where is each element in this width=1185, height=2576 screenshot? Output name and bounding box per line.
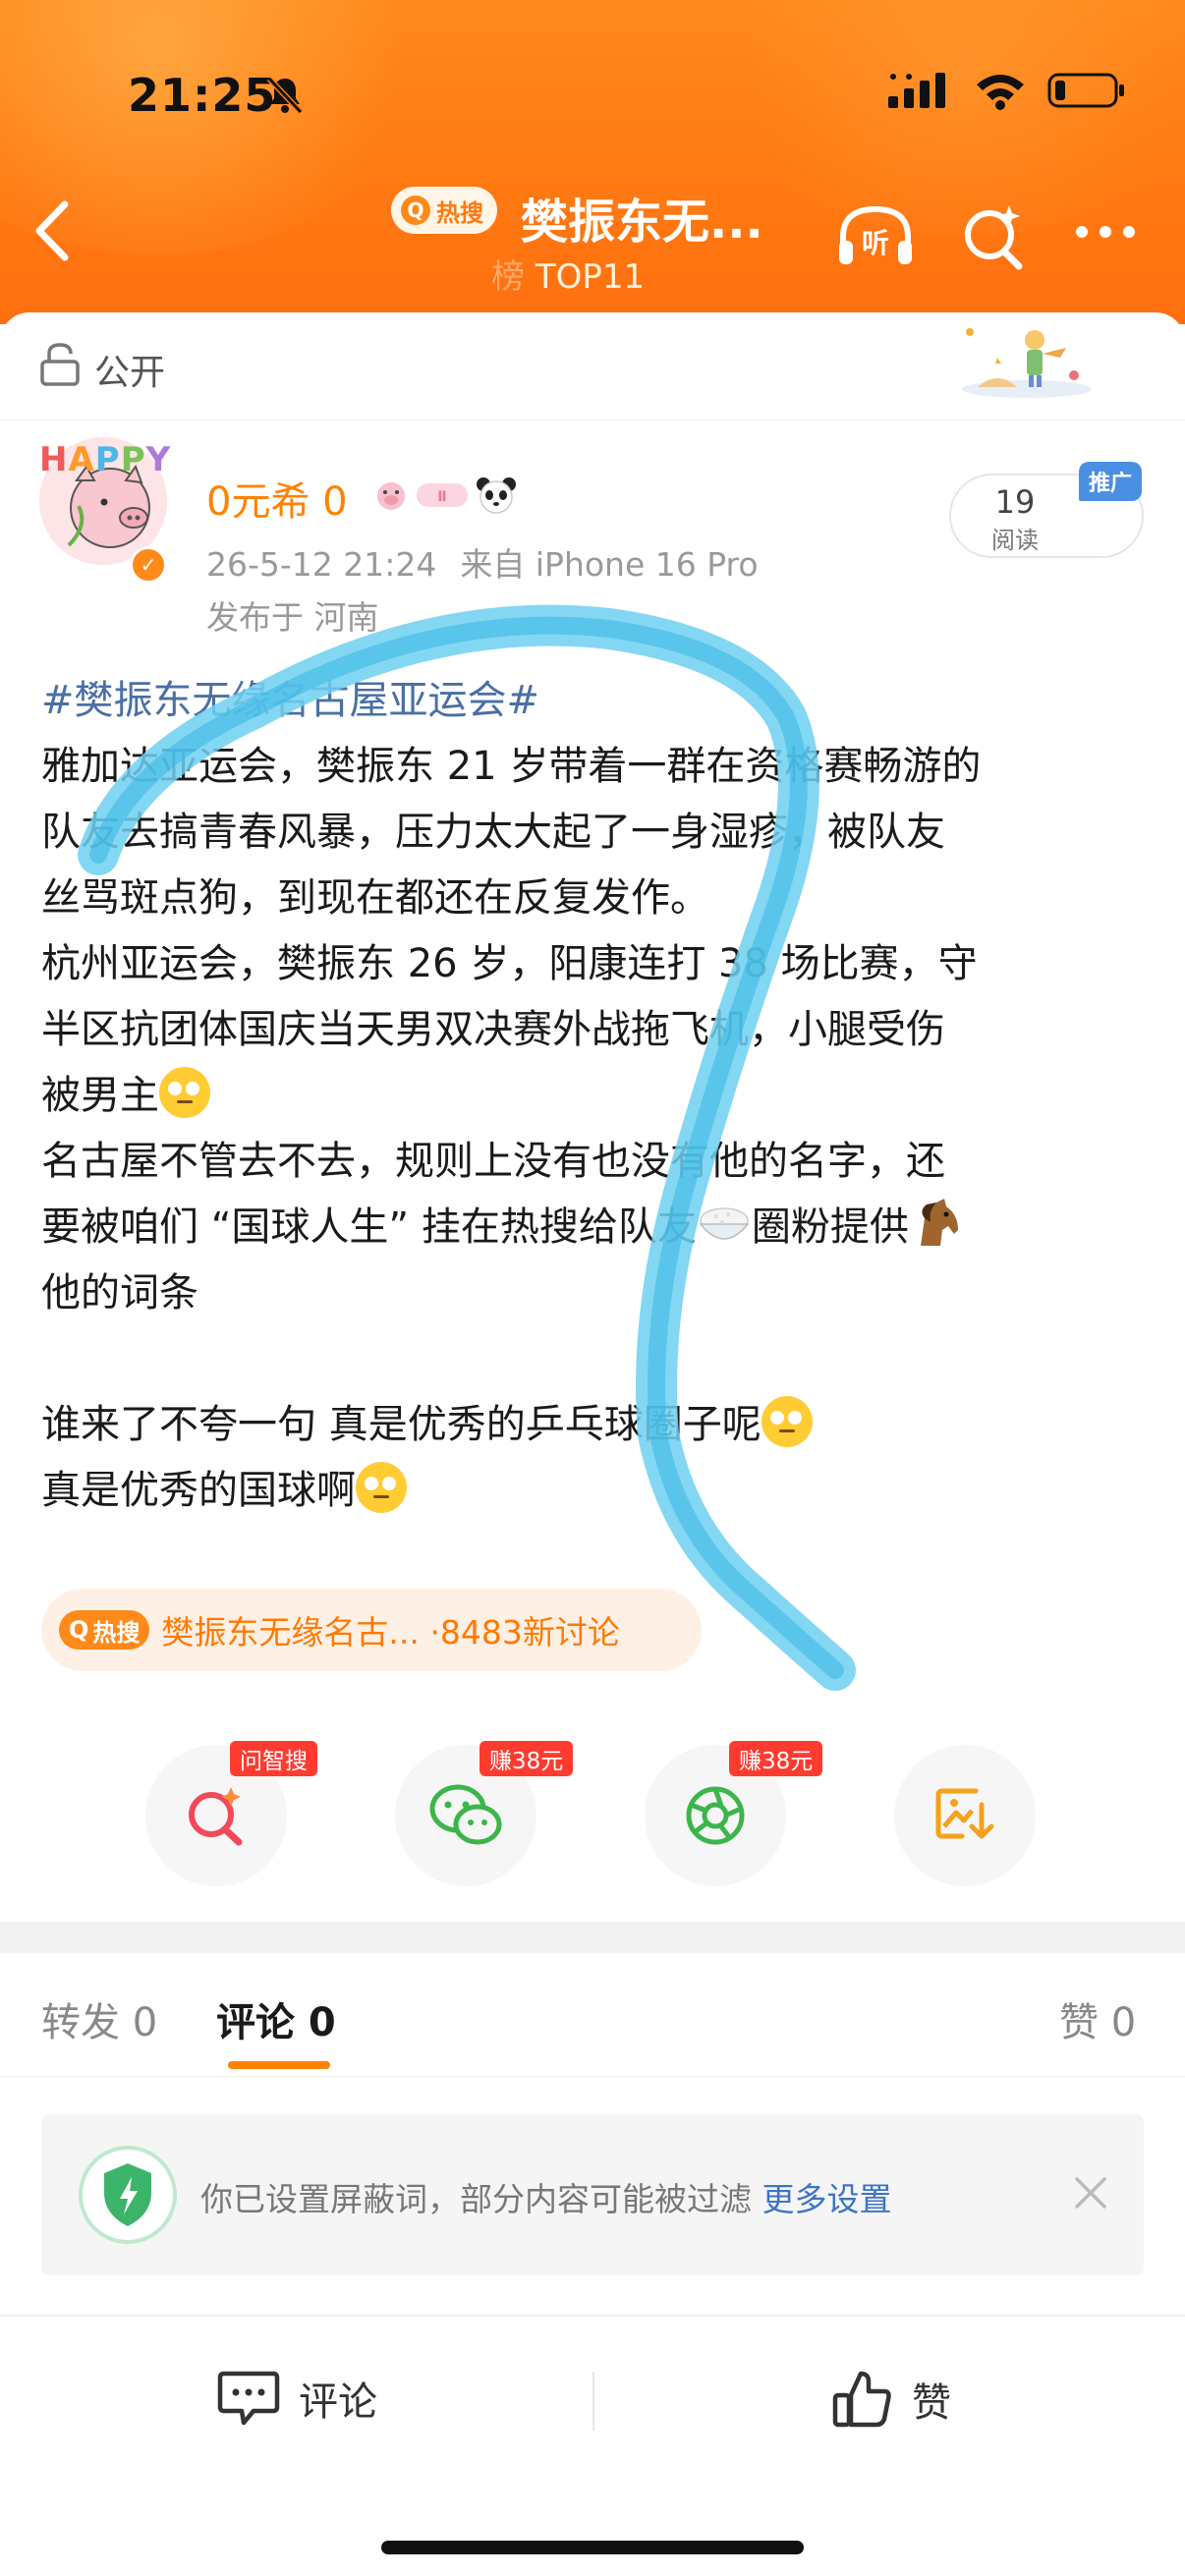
status-icons: [888, 71, 1126, 110]
filter-notice-text: 你已设置屏蔽词，部分内容可能被过滤 更多设置: [200, 2173, 892, 2220]
moments-icon: [686, 1786, 745, 1845]
post-topic[interactable]: #樊振东无缘名古屋亚运会#: [41, 668, 1152, 734]
close-icon[interactable]: [1071, 2173, 1110, 2212]
battery-icon: [1047, 73, 1124, 108]
rice-bowl-emoji-icon: [699, 1207, 750, 1240]
post-line-text: 真是优秀的国球啊: [41, 1468, 356, 1513]
search-icon: Q: [69, 1616, 89, 1644]
interaction-tabs: 转发 0 评论 0 赞 0: [0, 1953, 1185, 2077]
post-line-with-emoji: 被男主: [41, 1063, 1152, 1129]
user-badges: Ⅱ: [373, 476, 517, 515]
ai-search-icon[interactable]: [958, 201, 1029, 276]
share-badge: 问智搜: [230, 1741, 317, 1776]
rank-label: 榜 TOP11: [491, 250, 645, 298]
comment-label: 评论: [299, 2380, 377, 2425]
post-location: 发布于 河南: [206, 598, 379, 637]
svg-text:Ⅱ: Ⅱ: [437, 489, 446, 505]
bottom-divider: [592, 2372, 594, 2431]
post-line-with-emoji: 谁来了不夸一句 真是优秀的乒乓球圈子呢: [41, 1392, 1152, 1458]
rank-blurred: 榜: [491, 257, 525, 297]
post-meta: 26-5-12 21:24 来自 iPhone 16 Pro: [206, 538, 759, 586]
page-title: 樊振东无...: [521, 195, 763, 250]
tab-like[interactable]: 赞 0: [1059, 1990, 1136, 2047]
hot-search-strip-text: 樊振东无缘名古... ·8483新讨论: [161, 1606, 619, 1653]
post-line: 丝骂斑点狗，到现在都还在反复发作。: [41, 875, 709, 921]
signal-icon: [888, 73, 945, 108]
ai-search-icon: [189, 1787, 243, 1846]
status-time: 21:25: [128, 69, 277, 122]
filter-notice-message: 你已设置屏蔽词，部分内容可能被过滤: [200, 2180, 752, 2218]
hot-search-pill: Q 热搜: [59, 1610, 150, 1650]
post-line-text: 被男主: [41, 1073, 159, 1118]
hot-search-label: 热搜: [436, 198, 483, 227]
post-line-text: 谁来了不夸一句 真是优秀的乒乓球圈子呢: [41, 1402, 762, 1447]
verified-badge-icon: ✓: [130, 546, 167, 584]
panda-badge-icon: [477, 477, 516, 514]
post-line: 他的词条: [41, 1270, 198, 1316]
filter-notice: 你已设置屏蔽词，部分内容可能被过滤 更多设置: [41, 2114, 1144, 2275]
like-button[interactable]: 赞: [831, 2368, 951, 2431]
home-indicator: [381, 2541, 804, 2554]
post-body: #樊振东无缘名古屋亚运会# 雅加达亚运会，樊振东 21 岁带着一群在资格赛畅游的…: [41, 668, 1152, 1524]
horse-emoji-icon: [920, 1199, 958, 1246]
post-line: 队友去搞青春风暴，压力太大起了一身湿疹，被队友: [41, 810, 945, 855]
svg-text:听: 听: [862, 227, 889, 259]
header: 21:25 Q 热搜 樊振东无... 榜 TOP11 听: [0, 0, 1185, 324]
save-image-icon: [935, 1788, 994, 1839]
read-count: 19: [994, 483, 1036, 521]
post-line: 雅加达亚运会，樊振东 21 岁带着一群在资格赛畅游的: [41, 744, 982, 789]
eye-roll-emoji-icon: [356, 1462, 407, 1513]
hot-search-topic: 樊振东无缘名古...: [161, 1613, 420, 1652]
comment-icon: [217, 2371, 280, 2426]
thumbs-up-icon: [832, 2371, 891, 2428]
wechat-icon: [429, 1784, 502, 1845]
header-glow: [707, 0, 1185, 236]
post-date: 26-5-12 21:24: [206, 545, 437, 584]
bottom-action-bar: 评论 赞: [0, 2315, 1185, 2576]
post-source: 来自 iPhone 16 Pro: [460, 545, 759, 584]
visibility-row: 公开: [0, 312, 1185, 420]
hot-search-discussions: ·8483新讨论: [429, 1613, 620, 1652]
eye-roll-emoji-icon: [159, 1067, 210, 1118]
post-line: 名古屋不管去不去，规则上没有也没有他的名字，还: [41, 1139, 945, 1184]
username[interactable]: 0元希 0: [206, 470, 348, 527]
post-line: 半区抗团体国庆当天男双决赛外战拖飞机，小腿受伤: [41, 1007, 945, 1052]
listen-icon[interactable]: 听: [835, 201, 916, 276]
comment-button[interactable]: 评论: [216, 2368, 377, 2429]
tab-active-indicator: [228, 2061, 330, 2069]
post-line-with-emoji: 真是优秀的国球啊: [41, 1458, 1152, 1524]
rank-value: TOP11: [535, 257, 646, 297]
search-icon: Q: [401, 196, 430, 225]
pig-badge-icon: [377, 482, 405, 510]
share-badge: 赚38元: [729, 1741, 823, 1776]
read-label: 阅读: [991, 527, 1039, 554]
post-line: 杭州亚运会，樊振东 26 岁，阳康连打 38 场比赛，守: [41, 941, 978, 986]
level-badge-icon: Ⅱ: [417, 483, 468, 507]
post-line-text: 圈粉提供: [751, 1204, 909, 1250]
wifi-icon: [977, 75, 1024, 110]
tab-comment[interactable]: 评论 0: [216, 1990, 336, 2047]
share-badge: 赚38元: [480, 1741, 574, 1776]
section-separator: [0, 1922, 1185, 1953]
post-line-text: 要被咱们 “国球人生” 挂在热搜给队友: [41, 1204, 697, 1250]
promo-tag: 推广: [1079, 462, 1143, 501]
post-line-with-emoji: 要被咱们 “国球人生” 挂在热搜给队友 圈粉提供: [41, 1195, 1152, 1260]
little-prince-decoration: [962, 328, 1092, 398]
more-icon[interactable]: [1076, 226, 1135, 238]
like-label: 赞: [912, 2380, 951, 2426]
silent-bell-icon: [263, 73, 307, 120]
shield-icon: [79, 2146, 177, 2244]
tab-repost[interactable]: 转发 0: [41, 1990, 157, 2047]
avatar-happy-text: HAPPY: [39, 440, 172, 479]
hot-search-pill-label: 热搜: [92, 1618, 141, 1647]
visibility-label: 公开: [94, 353, 166, 393]
lock-icon: [40, 343, 80, 386]
hot-search-tag: Q 热搜: [391, 187, 497, 234]
eye-roll-emoji-icon: [761, 1396, 813, 1447]
back-icon[interactable]: [29, 196, 79, 265]
more-settings-link[interactable]: 更多设置: [762, 2180, 892, 2218]
save-image-button[interactable]: [894, 1745, 1036, 1886]
hot-search-strip[interactable]: Q 热搜 樊振东无缘名古... ·8483新讨论: [41, 1589, 702, 1671]
